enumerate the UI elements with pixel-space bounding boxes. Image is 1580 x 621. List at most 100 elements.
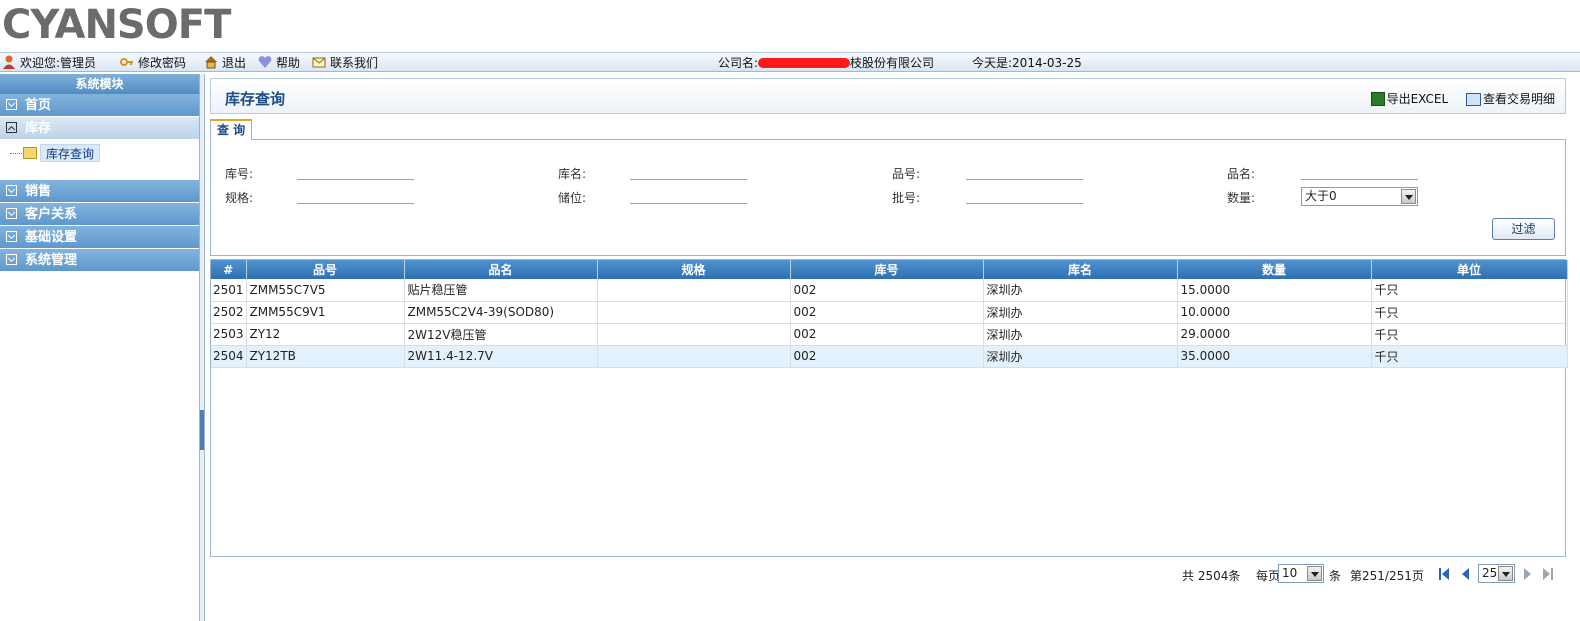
change-password-link[interactable]: 修改密码	[120, 55, 186, 71]
column-header[interactable]: 规格	[597, 260, 791, 279]
cell: 2501	[211, 279, 247, 302]
column-header[interactable]: 品号	[246, 260, 405, 279]
cell: 002	[790, 279, 984, 302]
logo-bar: CYANSOFT	[0, 0, 1580, 50]
cell	[597, 279, 791, 302]
per-page-select[interactable]: 10	[1278, 564, 1324, 583]
quantity-select[interactable]: 大于0	[1301, 187, 1418, 206]
sidebar-item-basic-settings[interactable]: 基础设置	[0, 226, 199, 249]
location-input[interactable]	[630, 190, 747, 204]
sidebar-item-system-admin[interactable]: 系统管理	[0, 249, 199, 272]
cell: 2W12V稳压管	[404, 323, 598, 346]
heart-icon	[258, 55, 272, 69]
page-jump-select[interactable]: 25	[1478, 564, 1515, 583]
quantity-label: 数量:	[1227, 191, 1256, 205]
help-link[interactable]: 帮助	[258, 55, 300, 71]
column-header[interactable]: #	[211, 260, 247, 279]
prev-page-icon[interactable]	[1459, 567, 1471, 581]
folder-icon	[23, 147, 37, 159]
spec-input[interactable]	[297, 190, 414, 204]
collapse-handle[interactable]	[200, 410, 204, 450]
excel-icon	[1370, 92, 1385, 106]
today-date: 今天是:2014-03-25	[972, 56, 1082, 70]
sidebar-item-home[interactable]: 首页	[0, 94, 199, 117]
chevron-down-icon	[6, 99, 17, 110]
cell: 深圳办	[983, 323, 1178, 346]
sidebar-item-sales[interactable]: 销售	[0, 180, 199, 203]
tab-query[interactable]: 查 询	[210, 119, 253, 140]
table-row[interactable]: 2501 ZMM55C7V5 贴片稳压管 002 深圳办 15.0000 千只	[211, 279, 1568, 302]
cell: 15.0000	[1177, 279, 1372, 302]
cell: ZMM55C7V5	[246, 279, 405, 302]
warehouse-name-input[interactable]	[630, 166, 747, 180]
table-row[interactable]: 2502 ZMM55C9V1 ZMM55C2V4-39(SOD80) 002 深…	[211, 301, 1568, 324]
welcome-user: 欢迎您:管理员	[2, 55, 96, 71]
table-header-row: # 品号 品名 规格 库号 库名 数量 单位	[211, 260, 1568, 279]
column-header[interactable]: 库名	[983, 260, 1178, 279]
location-label: 储位:	[558, 191, 587, 205]
page-title-bar: 库存查询 导出EXCEL 查看交易明细	[210, 78, 1566, 114]
chevron-down-icon[interactable]	[1307, 566, 1322, 581]
per-page-suffix: 条	[1329, 569, 1342, 583]
cell: 千只	[1371, 301, 1568, 324]
sidebar-item-inventory[interactable]: 库存	[0, 117, 199, 140]
inventory-subtree: 库存查询	[0, 140, 199, 180]
cell: 千只	[1371, 323, 1568, 346]
sidebar-splitter[interactable]	[199, 74, 205, 621]
brand-logo: CYANSOFT	[2, 2, 232, 44]
filter-button[interactable]: 过滤	[1492, 218, 1555, 240]
chevron-down-icon[interactable]	[1498, 566, 1513, 581]
chevron-down-icon	[6, 254, 17, 265]
cell: ZY12	[246, 323, 405, 346]
chevron-down-icon[interactable]	[1401, 189, 1416, 204]
warehouse-name-label: 库名:	[558, 167, 587, 181]
table-row-selected[interactable]: 2504 ZY12TB 2W11.4-12.7V 002 深圳办 35.0000…	[211, 345, 1568, 368]
column-header[interactable]: 库号	[790, 260, 984, 279]
batch-label: 批号:	[892, 191, 921, 205]
warehouse-no-label: 库号:	[225, 167, 254, 181]
cell	[597, 345, 791, 368]
item-name-input[interactable]	[1301, 166, 1418, 180]
sidebar-item-crm[interactable]: 客户关系	[0, 203, 199, 226]
cell: 2W11.4-12.7V	[404, 345, 598, 368]
chevron-down-icon	[6, 208, 17, 219]
cell: 千只	[1371, 345, 1568, 368]
sidebar-item-inventory-query[interactable]: 库存查询	[40, 144, 101, 162]
export-excel-button[interactable]: 导出EXCEL	[1370, 92, 1448, 106]
details-icon	[1465, 93, 1481, 106]
cell: 10.0000	[1177, 301, 1372, 324]
last-page-icon[interactable]	[1542, 567, 1554, 581]
key-icon	[120, 55, 134, 69]
cell: 深圳办	[983, 345, 1178, 368]
batch-input[interactable]	[966, 190, 1083, 204]
inventory-table: # 品号 品名 规格 库号 库名 数量 单位 2501 ZMM55C7V5 贴片…	[210, 259, 1568, 557]
first-page-icon[interactable]	[1438, 567, 1450, 581]
warehouse-no-input[interactable]	[297, 166, 414, 180]
column-header[interactable]: 品名	[404, 260, 598, 279]
page-indicator: 第251/251页	[1350, 569, 1424, 583]
contact-link[interactable]: 联系我们	[312, 55, 378, 71]
cell: ZY12TB	[246, 345, 405, 368]
chevron-down-icon	[6, 185, 17, 196]
sidebar-header: 系统模块	[0, 74, 199, 94]
table-row[interactable]: 2503 ZY12 2W12V稳压管 002 深圳办 29.0000 千只	[211, 323, 1568, 346]
tree-connector	[10, 153, 22, 154]
home-icon	[204, 55, 218, 69]
next-page-icon[interactable]	[1522, 567, 1534, 581]
chevron-down-icon	[6, 231, 17, 242]
title-actions: 导出EXCEL 查看交易明细	[1357, 90, 1555, 107]
cell: 35.0000	[1177, 345, 1372, 368]
cell	[597, 323, 791, 346]
cell: 千只	[1371, 279, 1568, 302]
cell: ZMM55C2V4-39(SOD80)	[404, 301, 598, 324]
item-no-input[interactable]	[966, 166, 1083, 180]
cell: 深圳办	[983, 301, 1178, 324]
view-transactions-button[interactable]: 查看交易明细	[1465, 92, 1555, 106]
cell: ZMM55C9V1	[246, 301, 405, 324]
query-form: 库号: 库名: 品号: 品名: 规格: 储位: 批号: 数量: 大于0	[210, 139, 1566, 256]
column-header[interactable]: 单位	[1371, 260, 1568, 279]
column-header[interactable]: 数量	[1177, 260, 1372, 279]
cell: 2503	[211, 323, 247, 346]
cell: 深圳办	[983, 279, 1178, 302]
logout-link[interactable]: 退出	[204, 55, 246, 71]
